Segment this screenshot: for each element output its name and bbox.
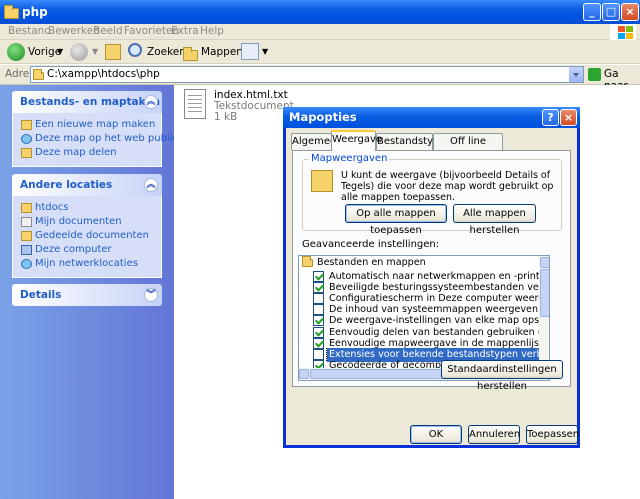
task-label: Een nieuwe map maken <box>35 119 156 130</box>
collapse-icon[interactable]: ︽ <box>144 178 158 192</box>
text-file-icon[interactable] <box>184 89 206 119</box>
views-icon[interactable] <box>241 43 259 60</box>
place-my-documents[interactable]: Mijn documenten <box>13 215 161 229</box>
dialog-title-bar: Mapopties ? × <box>283 107 580 128</box>
shared-folder-icon <box>21 231 32 241</box>
tasks-panel-header[interactable]: Bestands- en maptaken ︽ <box>12 91 162 113</box>
computer-icon <box>21 245 32 255</box>
folders-icon[interactable] <box>183 47 198 61</box>
go-arrow-icon[interactable] <box>588 68 601 81</box>
details-panel: Details ︾ <box>12 284 162 306</box>
help-button[interactable]: ? <box>542 109 559 126</box>
places-panel: Andere locaties ︽ htdocs Mijn documenten… <box>12 174 162 278</box>
folder-icon <box>33 69 44 80</box>
share-folder-icon <box>21 148 32 158</box>
expand-icon[interactable]: ︾ <box>144 288 158 302</box>
task-label: Deze map delen <box>35 147 117 158</box>
task-publish-web[interactable]: Deze map op het web publiceren <box>13 132 201 146</box>
task-new-folder[interactable]: Een nieuwe map maken <box>13 118 161 132</box>
folder-views-text: U kunt de weergave (bijvoorbeeld Details… <box>341 170 554 203</box>
tab-file-types[interactable]: Bestandstypen <box>376 133 452 150</box>
ok-button[interactable]: OK <box>410 425 462 444</box>
reset-all-folders-button[interactable]: Alle mappen herstellen <box>453 204 536 236</box>
window-title: php <box>22 5 48 19</box>
window-title-bar: php _ □ × <box>0 0 640 24</box>
place-label: Deze computer <box>35 244 112 255</box>
advanced-settings-label: Geavanceerde instellingen: <box>302 239 440 250</box>
menu-bar: Bestand Bewerken Beeld Favorieten Extra … <box>0 24 640 40</box>
place-shared-documents[interactable]: Gedeelde documenten <box>13 229 161 243</box>
forward-dropdown-icon[interactable]: ▼ <box>92 42 98 62</box>
details-panel-header[interactable]: Details ︾ <box>12 284 162 306</box>
back-dropdown-icon[interactable]: ▼ <box>57 42 63 62</box>
views-dropdown-icon[interactable]: ▼ <box>262 42 268 62</box>
tab-view[interactable]: Weergave <box>331 130 382 151</box>
address-value: C:\xampp\htdocs\php <box>47 68 160 80</box>
place-label: htdocs <box>35 202 69 213</box>
globe-icon <box>21 134 32 144</box>
folder-up-icon[interactable] <box>105 44 121 60</box>
place-label: Mijn documenten <box>35 216 122 227</box>
scroll-thumb[interactable] <box>540 269 549 317</box>
tasks-panel: Bestands- en maptaken ︽ Een nieuwe map m… <box>12 91 201 167</box>
menu-beeld[interactable]: Beeld <box>93 25 123 37</box>
tab-offline-files[interactable]: Off line bestanden <box>433 133 503 163</box>
search-button[interactable]: Zoeken <box>147 42 186 62</box>
maximize-button[interactable]: □ <box>602 3 620 21</box>
apply-button[interactable]: Toepassen <box>526 425 579 444</box>
folder-options-dialog: Mapopties ? × Algemeen Weergave Bestands… <box>283 107 580 448</box>
apply-to-all-folders-button[interactable]: Op alle mappen toepassen <box>345 204 447 236</box>
place-label: Gedeelde documenten <box>35 230 149 241</box>
folder-views-label: Mapweergaven <box>309 153 390 164</box>
folder-icon <box>302 256 313 267</box>
collapse-icon[interactable]: ︽ <box>144 95 158 109</box>
folder-view-icon <box>311 170 333 192</box>
tree-root-label: Bestanden en mappen <box>317 257 426 268</box>
view-tab-panel: Mapweergaven U kunt de weergave (bijvoor… <box>292 150 571 392</box>
file-size: 1 kB <box>214 111 238 123</box>
restore-defaults-button[interactable]: Standaardinstellingen herstellen <box>441 360 563 392</box>
tasks-panel-title: Bestands- en maptaken <box>20 96 160 108</box>
places-panel-header[interactable]: Andere locaties ︽ <box>12 174 162 196</box>
tab-general[interactable]: Algemeen <box>291 133 343 150</box>
menu-help[interactable]: Help <box>200 25 224 37</box>
address-input[interactable]: C:\xampp\htdocs\php <box>30 66 584 83</box>
place-my-computer[interactable]: Deze computer <box>13 243 161 257</box>
menu-extra[interactable]: Extra <box>171 25 199 37</box>
folder-icon <box>4 5 19 19</box>
details-panel-title: Details <box>20 289 62 301</box>
scroll-left-icon[interactable] <box>299 369 309 379</box>
dialog-title: Mapopties <box>289 110 357 124</box>
scroll-up-icon[interactable] <box>540 257 549 268</box>
place-label: Mijn netwerklocaties <box>35 258 138 269</box>
toolbar: Vorige ▼ ▼ Zoeken Mappen ▼ <box>0 40 640 64</box>
folder-icon <box>21 203 32 213</box>
place-network[interactable]: Mijn netwerklocaties <box>13 257 161 271</box>
place-htdocs[interactable]: htdocs <box>13 201 161 215</box>
address-bar: Adres C:\xampp\htdocs\php Ga naar <box>0 65 640 92</box>
dialog-close-button[interactable]: × <box>560 109 577 126</box>
documents-icon <box>21 217 32 227</box>
places-panel-title: Andere locaties <box>20 179 113 191</box>
search-icon[interactable] <box>128 43 142 57</box>
minimize-button[interactable]: _ <box>583 3 601 21</box>
address-dropdown-icon[interactable] <box>568 67 583 82</box>
menu-bestand[interactable]: Bestand <box>8 25 51 37</box>
forward-arrow-icon[interactable] <box>70 43 88 61</box>
windows-logo-icon <box>610 24 636 40</box>
folders-button[interactable]: Mappen <box>201 42 243 62</box>
folder-views-group: Mapweergaven U kunt de weergave (bijvoor… <box>302 153 562 236</box>
network-icon <box>21 259 32 269</box>
new-folder-icon <box>21 120 32 130</box>
close-button[interactable]: × <box>621 3 639 21</box>
task-pane: Bestands- en maptaken ︽ Een nieuwe map m… <box>0 85 201 499</box>
task-share-folder[interactable]: Deze map delen <box>13 146 161 160</box>
back-arrow-icon[interactable] <box>7 43 25 61</box>
tree-root-row[interactable]: Bestanden en mappen <box>299 256 547 270</box>
cancel-button[interactable]: Annuleren <box>468 425 520 444</box>
